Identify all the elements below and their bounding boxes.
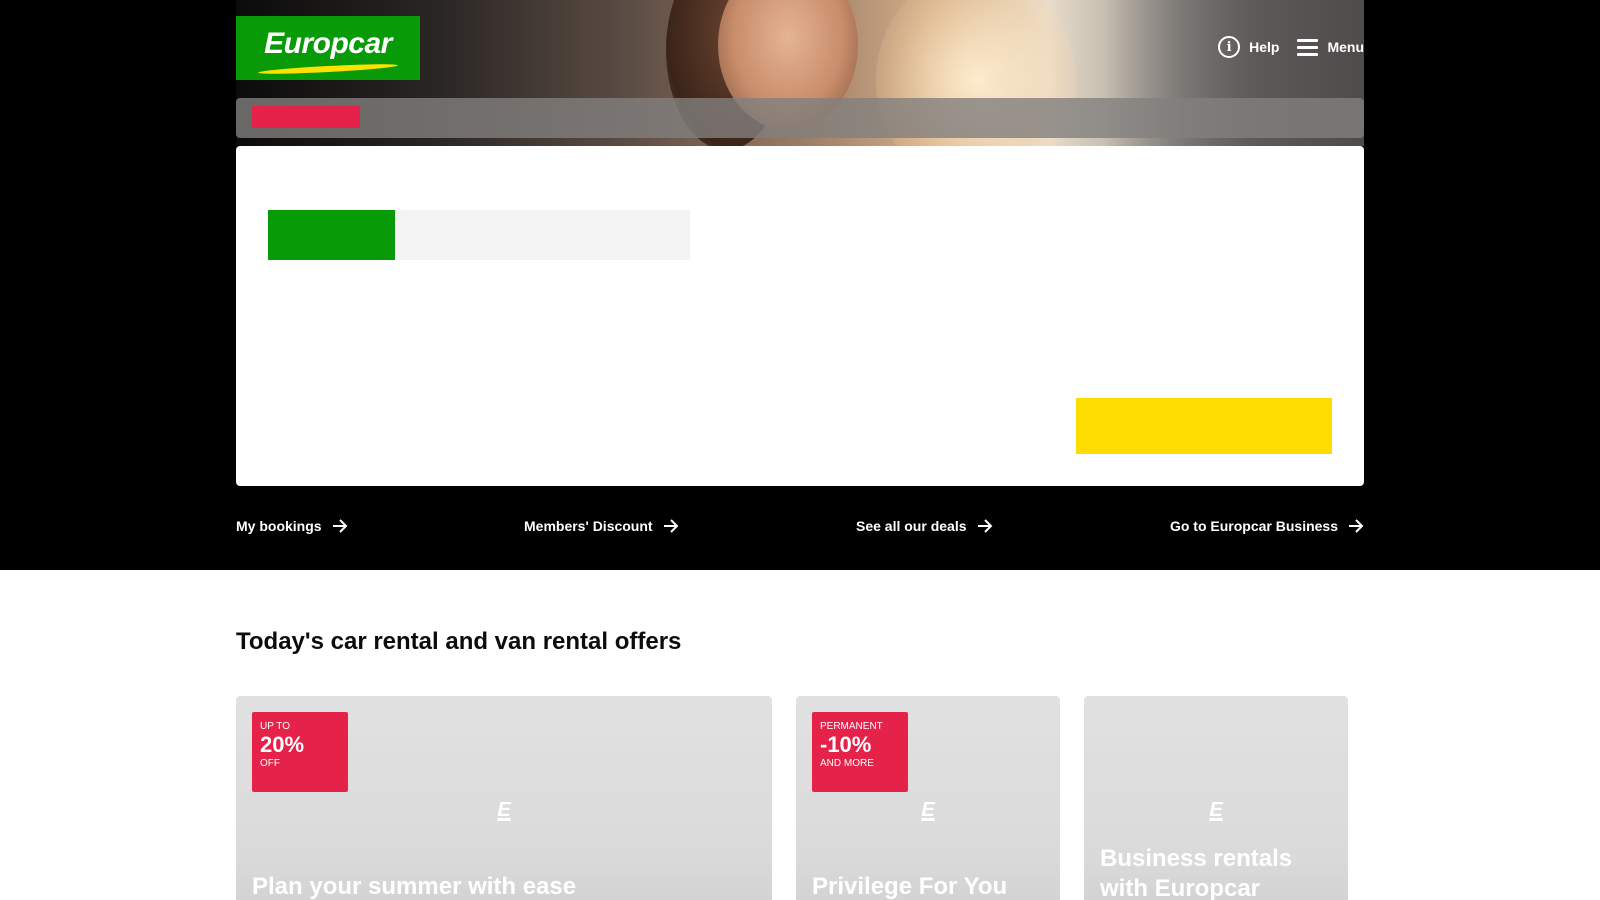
menu-button[interactable]: Menu (1297, 38, 1364, 56)
hamburger-icon (1297, 38, 1319, 56)
europcar-e-icon: E (497, 799, 511, 821)
offer-card-privilege[interactable]: PERMANENT -10% AND MORE E Privilege For … (796, 696, 1060, 900)
quick-link-members-discount[interactable]: Members' Discount (524, 518, 679, 534)
offers-heading: Today's car rental and van rental offers (236, 628, 682, 655)
badge-suffix: OFF (260, 758, 280, 769)
booking-tabs-bar (236, 98, 1364, 138)
badge-prefix: UP TO (260, 721, 291, 732)
booking-widget (236, 146, 1364, 486)
badge-value: -10% (820, 732, 872, 757)
offer-card-summer[interactable]: UP TO 20% OFF E Plan your summer with ea… (236, 696, 772, 900)
top-nav: i Help Menu (1218, 36, 1364, 58)
rental-type-toggle-selected[interactable] (268, 210, 395, 260)
quick-link-my-bookings[interactable]: My bookings (236, 518, 348, 534)
logo-swoosh (257, 62, 399, 76)
menu-label: Menu (1327, 39, 1364, 55)
rental-type-toggle-other[interactable] (395, 210, 690, 260)
arrow-right-icon (977, 519, 992, 533)
logo-wordmark: Europcar (264, 27, 392, 60)
booking-tab-active[interactable] (252, 106, 360, 128)
arrow-right-icon (332, 519, 347, 533)
quick-link-label: Go to Europcar Business (1169, 518, 1338, 534)
promo-badge: UP TO 20% OFF (252, 712, 348, 792)
quick-link-see-all-deals[interactable]: See all our deals (856, 518, 993, 534)
quick-links: My bookings Members' Discount See all ou… (236, 518, 1364, 538)
europcar-logo[interactable]: Europcar (236, 16, 420, 80)
quick-link-label: See all our deals (856, 518, 967, 534)
search-button[interactable] (1076, 398, 1332, 454)
offer-title: Plan your summer with ease (252, 873, 577, 900)
hero-section: Europcar i Help Menu My bookings Members… (0, 0, 1600, 570)
promo-badge: PERMANENT -10% AND MORE (812, 712, 908, 792)
offer-title: Privilege For You (812, 873, 1008, 900)
quick-link-label: Members' Discount (524, 518, 653, 534)
help-label: Help (1249, 39, 1280, 55)
badge-prefix: PERMANENT (820, 721, 883, 732)
offer-card-business[interactable]: E Business rentals with Europcar (1084, 696, 1348, 900)
info-icon: i (1218, 36, 1241, 58)
europcar-e-icon: E (921, 799, 935, 821)
help-button[interactable]: i Help (1218, 36, 1279, 58)
offer-title: Business rentals with Europcar (1100, 845, 1293, 900)
quick-link-europcar-business[interactable]: Go to Europcar Business (1170, 518, 1364, 534)
europcar-e-icon: E (1209, 799, 1223, 821)
arrow-right-icon (1349, 519, 1364, 533)
arrow-right-icon (663, 519, 678, 533)
quick-link-label: My bookings (236, 518, 322, 534)
badge-value: 20% (260, 732, 305, 757)
badge-suffix: AND MORE (820, 758, 874, 769)
